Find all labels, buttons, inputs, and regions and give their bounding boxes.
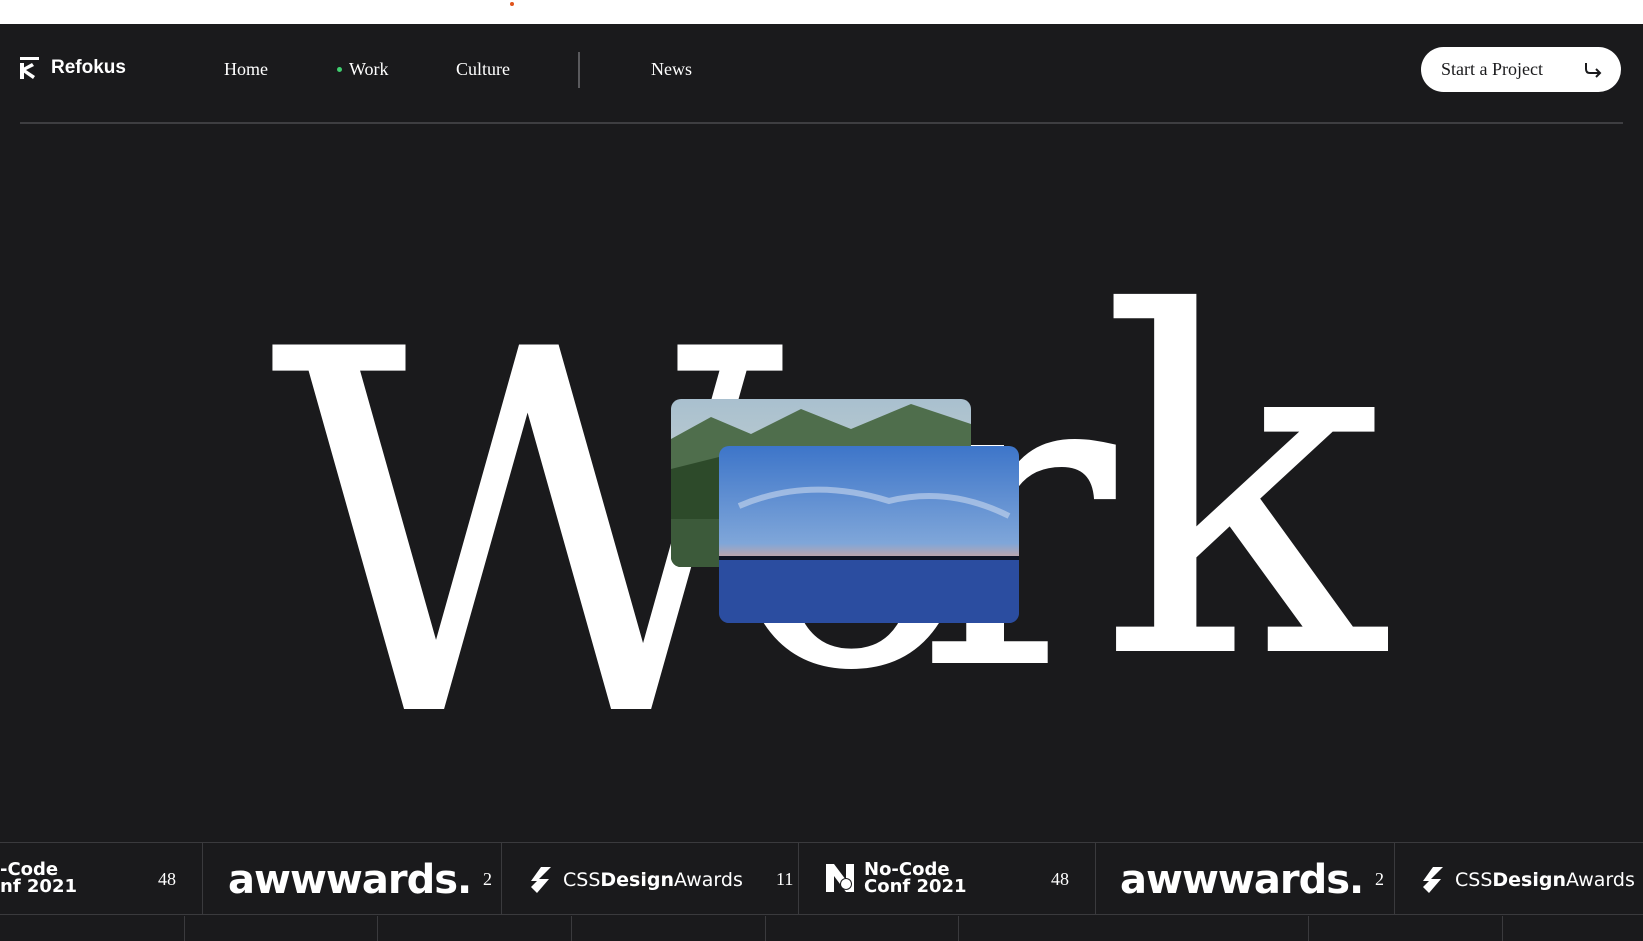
award-cell-awwwards: awwwards. 2 xyxy=(1096,843,1395,915)
award-cell-nocode-partial: -Code nf 2021 48 xyxy=(0,843,203,915)
cssda-logo-text-bold: Design xyxy=(1492,869,1566,891)
award-count: 48 xyxy=(1051,869,1069,889)
award-cell-cssda: CSSDesignAwards xyxy=(1395,843,1643,915)
nocode-logo: No-Code Conf 2021 xyxy=(824,860,967,898)
row-divider xyxy=(765,916,766,941)
row-divider xyxy=(1308,916,1309,941)
award-count: 2 xyxy=(483,869,492,889)
row-divider xyxy=(571,916,572,941)
lake-sunset-image xyxy=(719,446,1019,623)
cssda-logo-text-plain: CSS xyxy=(1455,869,1493,891)
awwwards-logo: awwwards. xyxy=(1120,857,1364,903)
cssda-logo-text-plain: CSS xyxy=(563,869,601,891)
row-divider xyxy=(958,916,959,941)
cssda-logo-text-tail: Awards xyxy=(1566,869,1635,891)
cssda-logo-icon xyxy=(1423,867,1443,893)
row-divider xyxy=(377,916,378,941)
award-cell-nocode: No-Code Conf 2021 48 xyxy=(799,843,1096,915)
hero-letter-k: k xyxy=(1100,215,1385,762)
award-cell-awwwards: awwwards. 2 xyxy=(203,843,502,915)
nocode-logo-icon xyxy=(826,864,854,893)
nocode-logo-line2: Conf 2021 xyxy=(864,876,967,898)
cssda-logo: CSSDesignAwards xyxy=(1419,865,1635,895)
hero-heading: W o r k xyxy=(0,24,1643,804)
award-count: 48 xyxy=(158,869,176,889)
nocode-logo-line2: nf 2021 xyxy=(0,876,78,898)
cssda-logo-text-tail: Awards xyxy=(674,869,743,891)
awards-ticker: -Code nf 2021 48 awwwards. 2 CSSDesignAw… xyxy=(0,842,1643,941)
awards-row: -Code nf 2021 48 awwwards. 2 CSSDesignAw… xyxy=(0,843,1643,915)
row-divider xyxy=(184,916,185,941)
page: Refokus Home Work Culture News Start a P… xyxy=(0,24,1643,941)
cssda-logo-icon xyxy=(531,867,551,893)
row-divider xyxy=(1502,916,1503,941)
cssda-logo: CSSDesignAwards xyxy=(527,865,743,895)
awards-next-row xyxy=(0,916,1643,941)
award-count: 2 xyxy=(1375,869,1384,889)
award-cell-cssda: CSSDesignAwards 11 xyxy=(502,843,799,915)
browser-top-strip xyxy=(0,0,1643,24)
nocode-logo: -Code nf 2021 xyxy=(0,860,78,898)
award-count: 11 xyxy=(776,869,794,889)
project-thumbnail-lake[interactable] xyxy=(719,446,1019,623)
awwwards-logo: awwwards. xyxy=(228,857,472,903)
loading-indicator-dot xyxy=(510,2,514,6)
cssda-logo-text-bold: Design xyxy=(600,869,674,891)
